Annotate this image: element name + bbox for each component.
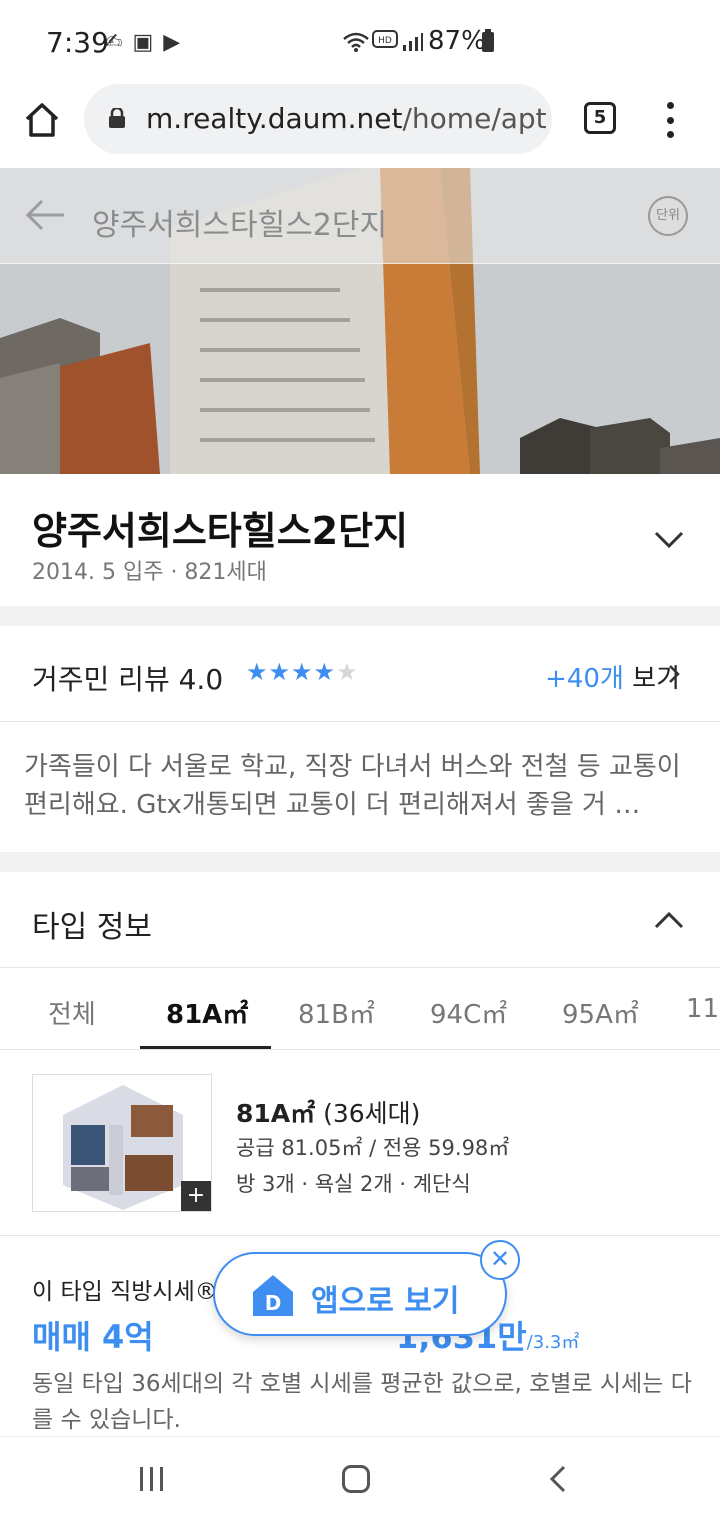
plan-type: 81A㎡ (36세대) (236, 1094, 420, 1130)
star-filled-icon: ★ (268, 658, 291, 686)
type-tabs: 전체 81A㎡ 81B㎡ 94C㎡ 95A㎡ 11 (0, 968, 720, 1050)
type-info-title: 타입 정보 (32, 910, 152, 945)
chevron-down-icon[interactable] (654, 530, 684, 550)
gesture-icon: ✍ (104, 30, 123, 55)
play-store-icon: ▶ (163, 30, 181, 55)
open-in-app-button[interactable]: D 앱으로 보기 (213, 1252, 507, 1336)
apartment-summary: 양주서희스타힐스2단지 2014. 5 입주 · 821세대 (0, 474, 720, 606)
price-per-area-unit: /3.3㎡ (526, 1332, 580, 1353)
price-label: 이 타입 직방시세® (32, 1279, 218, 1305)
tab-all[interactable]: 전체 (48, 994, 96, 1031)
address-bar[interactable]: m.realty.daum.net/home/apt (84, 84, 552, 154)
notification-icons: ✍ ▣ ▶ (104, 30, 180, 55)
star-filled-icon: ★ (291, 658, 313, 686)
tab-more[interactable]: 11 (686, 994, 719, 1024)
home-icon[interactable] (22, 100, 62, 140)
price-note: 동일 타입 36세대의 각 호별 시세를 평균한 값으로, 호별로 시세는 다를… (32, 1371, 692, 1433)
section-divider (0, 606, 720, 626)
url-host: m.realty.daum.net (146, 102, 403, 135)
svg-text:D: D (265, 1291, 282, 1315)
home-button-icon[interactable] (342, 1465, 370, 1493)
browser-toolbar: m.realty.daum.net/home/apt 5 (0, 84, 720, 168)
floor-plan-row[interactable]: + 81A㎡ (36세대) 공급 81.05㎡ / 전용 59.98㎡ 방 3개… (0, 1050, 720, 1236)
star-filled-icon: ★ (246, 658, 268, 686)
battery-icon (482, 29, 494, 52)
star-filled-icon: ★ (313, 658, 336, 686)
tab-81a[interactable]: 81A㎡ (166, 994, 248, 1031)
review-count: +40개 (545, 664, 624, 694)
unit-toggle-button[interactable]: 단위 (648, 196, 688, 236)
wifi-icon (343, 32, 369, 52)
type-info-header[interactable]: 타입 정보 (0, 872, 720, 968)
status-time: 7:39 (46, 26, 109, 59)
review-text[interactable]: 가족들이 다 서울로 학교, 직장 다녀서 버스와 전철 등 교통이 편리해요.… (24, 748, 696, 828)
plan-rooms: 방 3개 · 욕실 2개 · 계단식 (236, 1172, 471, 1196)
apartment-meta: 2014. 5 입주 · 821세대 (32, 560, 267, 585)
review-more-link[interactable]: +40개 보기 (545, 658, 680, 695)
hd-voice-icon: HD (372, 30, 398, 48)
tab-switcher-button[interactable]: 5 (584, 102, 616, 134)
recent-apps-icon[interactable] (140, 1467, 163, 1491)
header-title: 양주서희스타힐스2단지 (92, 208, 388, 243)
signal-icon (403, 33, 423, 51)
star-empty-icon: ★ (336, 658, 358, 686)
back-icon[interactable] (548, 1465, 568, 1493)
status-bar: 7:39 ✍ ▣ ▶ HD 87% (0, 0, 720, 84)
plan-area: 공급 81.05㎡ / 전용 59.98㎡ (236, 1136, 510, 1160)
back-arrow-icon[interactable] (24, 198, 66, 232)
hero-header-overlay: 양주서희스타힐스2단지 단위 (0, 168, 720, 264)
close-icon[interactable]: ✕ (480, 1240, 520, 1280)
chevron-right-icon[interactable] (668, 664, 680, 684)
tab-81b[interactable]: 81B㎡ (298, 994, 375, 1031)
section-divider (0, 852, 720, 872)
plan-households: (36세대) (315, 1099, 421, 1128)
url-path: /home/apt (402, 102, 547, 135)
tab-94c[interactable]: 94C㎡ (430, 994, 507, 1031)
system-nav-bar (0, 1436, 720, 1520)
sale-price: 매매 4억 (32, 1318, 154, 1356)
floor-plan-thumbnail[interactable]: + (32, 1074, 212, 1212)
svg-text:HD: HD (378, 36, 392, 46)
review-header[interactable]: 거주민 리뷰 4.0 ★ ★ ★ ★ ★ +40개 보기 (0, 626, 720, 722)
zoom-plus-icon[interactable]: + (181, 1181, 211, 1211)
open-in-app-label: 앱으로 보기 (311, 1284, 460, 1319)
plan-type-name: 81A㎡ (236, 1099, 316, 1128)
review-label: 거주민 리뷰 4.0 (32, 663, 224, 696)
more-menu-icon[interactable] (662, 102, 678, 138)
chevron-up-icon[interactable] (654, 910, 684, 930)
review-stars: ★ ★ ★ ★ ★ (246, 658, 358, 686)
gallery-icon: ▣ (132, 30, 154, 55)
lock-icon (109, 108, 125, 128)
apartment-photo: 양주서희스타힐스2단지 단위 (0, 168, 720, 474)
apartment-name: 양주서희스타힐스2단지 (32, 509, 409, 553)
url-text: m.realty.daum.net/home/apt (146, 102, 547, 135)
daum-realty-app-icon: D (253, 1275, 293, 1316)
tab-95a[interactable]: 95A㎡ (562, 994, 639, 1031)
battery-percent: 87% (428, 26, 486, 56)
